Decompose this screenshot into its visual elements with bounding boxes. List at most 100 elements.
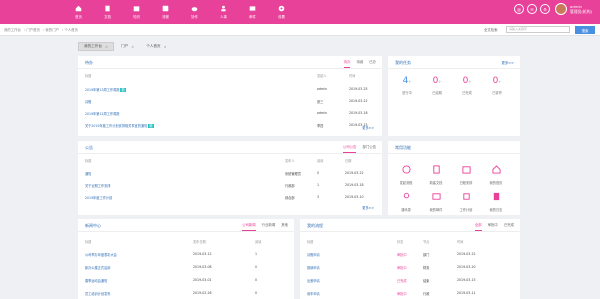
nav-hr[interactable]: 人事 [209, 2, 238, 23]
at-button[interactable]: @ [514, 4, 525, 14]
row-title[interactable]: 春季运动会通知 [85, 278, 107, 283]
table-row[interactable]: 2019年第12周工作周报 admin 2019-03-18 [85, 110, 375, 117]
stat-unit: 个 [468, 80, 472, 84]
row-title[interactable]: 用车申请 [307, 291, 320, 296]
row-title[interactable]: 2019年第13周工作周报 [85, 88, 119, 92]
table-header: 标题 发布日期 阅读 [85, 238, 287, 245]
column-header: 标题 [85, 240, 92, 244]
row-status: 审批中 [397, 253, 407, 257]
column-header: 时间 [349, 74, 356, 78]
row-title[interactable]: 员工培训计划发布 [85, 291, 111, 296]
table-row[interactable]: 关于2019年度工作计划安排相关事宜的通知新 李四 2019-03-15 [85, 122, 375, 129]
table-row[interactable]: 通知 系统管理员 0 2019-03-22 [85, 170, 375, 177]
panel-tab[interactable]: 已完成 [504, 222, 514, 231]
table-row[interactable]: 用车申请 审批中 行政 2019-03-11 [307, 290, 513, 297]
tool-label: 我的首页 [489, 181, 503, 185]
close-icon[interactable]: × [131, 45, 134, 49]
panel-tab[interactable]: 已办 [369, 59, 376, 68]
house-icon [491, 165, 501, 174]
tool-item[interactable]: 发起流程 [394, 159, 418, 185]
nav-workflow[interactable]: 流程 [151, 2, 180, 23]
tool-item[interactable]: 工作计划 [454, 186, 478, 212]
row-time: 2019-03-20 [457, 265, 476, 269]
tool-item[interactable]: 新建文档 [424, 159, 448, 185]
nav-home[interactable]: 首页 [64, 2, 93, 23]
nav-mail[interactable]: 邮件 [238, 2, 267, 23]
tool-item[interactable]: 我的日志 [484, 186, 508, 212]
row-title[interactable]: 2019年度工作计划 [85, 195, 112, 200]
more-link[interactable]: 更多>> [362, 125, 374, 130]
tool-item[interactable]: 通讯录 [394, 186, 418, 212]
document-icon [105, 5, 110, 12]
task-stat[interactable]: 0个 已逾期 [422, 76, 452, 95]
nav-knowledge[interactable]: 知识 [122, 2, 151, 23]
page-tab[interactable]: 个人首页 × [141, 42, 171, 51]
table-row[interactable]: 公司举办年度表彰大会 2019-03-12 1 [85, 251, 287, 258]
more-link[interactable]: 更多>> [502, 60, 514, 65]
row-node: 行政 [423, 292, 430, 296]
table-row[interactable]: 2019年第13周工作周报新 admin 2019-03-25 [85, 86, 375, 93]
row-title[interactable]: 出差申请 [307, 278, 320, 283]
nav-collaborate[interactable]: 协作 [180, 2, 209, 23]
task-stat[interactable]: 0个 已完成 [452, 76, 482, 95]
row-title[interactable]: 报销申请 [307, 265, 320, 270]
more-link[interactable]: 更多>> [362, 205, 374, 210]
row-title[interactable]: 请假 [85, 99, 91, 104]
breadcrumb-item[interactable]: 门户首页 [26, 28, 40, 32]
panel-tab[interactable]: 审批中 [488, 222, 498, 231]
panel-tab[interactable]: 公司新闻 [242, 222, 256, 231]
panel-tab[interactable]: 部门公告 [362, 144, 376, 153]
row-node: 财务 [423, 266, 430, 270]
table-row[interactable]: 员工培训计划发布 2019-02-26 0 [85, 290, 287, 297]
plan-icon [462, 193, 470, 200]
table-row[interactable]: 出差申请 已完成 结束 2019-03-15 [307, 277, 513, 284]
breadcrumb-bar: 我的工作台 › 门户首页 › 我的门户 › 个人首页 全文检索 请输入关键字 搜索 [0, 24, 600, 36]
table-row[interactable]: 2019年度工作计划 综合部 3 2019-03-10 [85, 194, 375, 201]
nav-settings[interactable]: 设置 [267, 2, 296, 23]
avatar[interactable] [555, 3, 568, 15]
close-icon[interactable]: × [164, 45, 167, 49]
panel-tab[interactable]: 全部 [474, 222, 482, 231]
panel-tab[interactable]: 行业新闻 [262, 222, 276, 231]
page-tab[interactable]: 我的工作台 × [78, 42, 114, 51]
search-button[interactable]: 搜索 [575, 26, 595, 34]
row-title[interactable]: 通知 [85, 171, 91, 176]
breadcrumb-item[interactable]: 个人首页 [64, 28, 78, 32]
panel-tab[interactable]: 待阅 [356, 59, 363, 68]
table-row[interactable]: 请假申请 审批中 部门 2019-03-22 [307, 251, 513, 258]
stat-label: 进行中 [402, 91, 412, 95]
row-title[interactable]: 关于近期工作安排 [85, 183, 111, 188]
row-node: 结束 [423, 279, 430, 283]
table-row[interactable]: 春季运动会通知 2019-03-01 0 [85, 277, 287, 284]
panel-tab[interactable]: 公司公告 [342, 144, 357, 153]
table-row[interactable]: 关于近期工作安排 行政部 1 2019-03-18 [85, 182, 375, 189]
table-row[interactable]: 请假 张三 2019-03-22 [85, 98, 375, 105]
settings-button[interactable]: ⚙ [540, 4, 551, 14]
tool-item[interactable]: 日程安排 [454, 159, 478, 185]
row-title[interactable]: 请假申请 [307, 252, 320, 257]
nav-document[interactable]: 文档 [93, 2, 122, 23]
row-title[interactable]: 公司举办年度表彰大会 [85, 252, 117, 257]
row-title[interactable]: 新办公楼正式启用 [85, 265, 111, 270]
table-header: 标题 发布人 阅读 日期 [85, 157, 375, 164]
task-stat[interactable]: 0个 已暂停 [482, 76, 512, 95]
page-tab[interactable]: 门户 × [116, 42, 139, 51]
breadcrumb-item[interactable]: 我的门户 [45, 28, 59, 32]
tool-item[interactable]: 我的首页 [484, 159, 508, 185]
message-button[interactable]: ✉ [527, 4, 538, 14]
panel-tab[interactable]: 其他 [281, 222, 288, 231]
panel-title: 我的任务 [395, 60, 411, 65]
task-stat[interactable]: 4个 进行中 [392, 76, 422, 95]
tool-item[interactable]: 我的邮件 [424, 186, 448, 212]
panel-tab[interactable]: 待办 [343, 59, 351, 68]
user-info[interactable]: admin 管理员(机构) [570, 4, 592, 14]
column-header: 发起人 [317, 74, 327, 78]
close-icon[interactable]: × [105, 45, 108, 49]
breadcrumb-item[interactable]: 我的工作台 [4, 28, 21, 32]
table-row[interactable]: 报销申请 审批中 财务 2019-03-20 [307, 264, 513, 271]
row-title[interactable]: 2019年第12周工作周报 [85, 111, 119, 116]
row-title[interactable]: 关于2019年度工作计划安排相关事宜的通知 [85, 124, 147, 128]
nav-label: 人事 [220, 15, 227, 19]
search-input[interactable]: 请输入关键字 [506, 26, 570, 33]
table-row[interactable]: 新办公楼正式启用 2019-03-08 0 [85, 264, 287, 271]
